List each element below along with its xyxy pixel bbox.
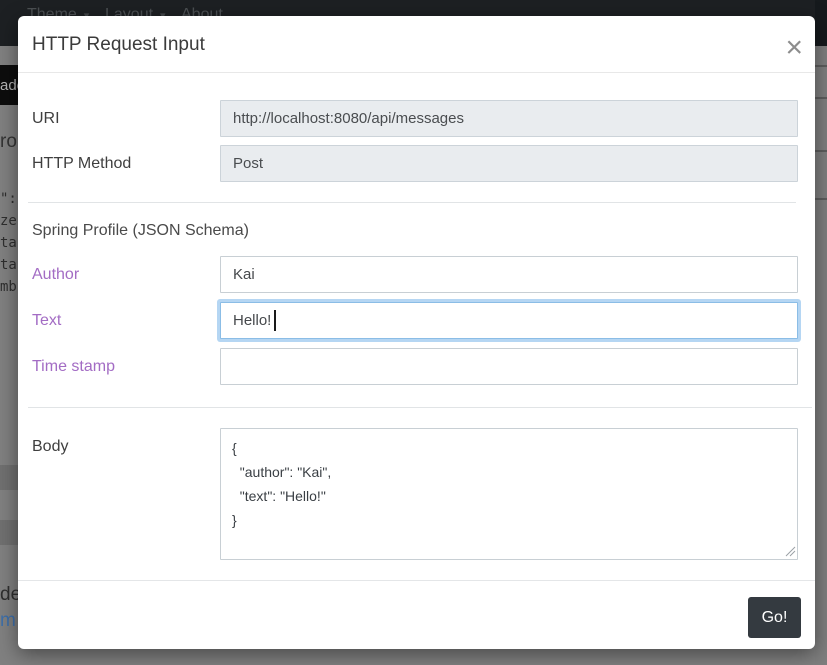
resize-handle-icon[interactable]	[785, 546, 796, 557]
close-icon[interactable]: ×	[785, 36, 803, 60]
code-line: ta	[0, 257, 17, 273]
table-row-divider	[815, 198, 827, 200]
body-label: Body	[32, 428, 212, 465]
text-cursor	[274, 310, 276, 331]
timestamp-label: Time stamp	[32, 348, 212, 385]
background-table-row	[0, 465, 18, 490]
code-line: ":	[0, 191, 17, 207]
http-method-label: HTTP Method	[32, 145, 212, 182]
background-code-fragment: ": ze ta ta mb	[0, 188, 18, 298]
dialog-header: HTTP Request Input ×	[18, 16, 815, 73]
text-label: Text	[32, 302, 212, 339]
table-row-divider	[815, 97, 827, 99]
table-row-divider	[815, 65, 827, 67]
http-method-row: HTTP Method	[18, 145, 815, 182]
author-row: Author	[18, 256, 815, 293]
table-row-divider	[815, 150, 827, 152]
background-table-row	[0, 520, 18, 545]
timestamp-input[interactable]	[220, 348, 798, 385]
uri-field	[220, 100, 798, 137]
background-header-fragment: ade	[0, 65, 18, 105]
body-textarea[interactable]: { "author": "Kai", "text": "Hello!" }	[220, 428, 798, 560]
timestamp-row: Time stamp	[18, 348, 815, 385]
footer-divider	[18, 580, 815, 581]
author-label: Author	[32, 256, 212, 293]
text-row: Text	[18, 302, 815, 339]
go-button[interactable]: Go!	[748, 597, 801, 638]
text-input[interactable]	[220, 302, 798, 339]
author-input[interactable]	[220, 256, 798, 293]
divider	[28, 202, 796, 203]
http-method-field	[220, 145, 798, 182]
uri-row: URI	[18, 100, 815, 137]
background-right-table	[815, 0, 827, 665]
header-fragment-text: ade	[0, 77, 18, 94]
background-link-fragment: m	[0, 610, 16, 632]
code-line: ze	[0, 213, 17, 229]
background-right-navbar	[815, 0, 827, 46]
code-line: ta	[0, 235, 17, 251]
dialog-title: HTTP Request Input	[32, 34, 205, 56]
http-request-input-dialog: HTTP Request Input × URI HTTP Method Spr…	[18, 16, 815, 649]
divider	[28, 407, 812, 408]
code-line: mb	[0, 279, 17, 295]
uri-label: URI	[32, 100, 212, 137]
background-text-fragment: ro	[0, 131, 17, 153]
schema-section-heading: Spring Profile (JSON Schema)	[32, 222, 249, 240]
body-field-wrapper: { "author": "Kai", "text": "Hello!" }	[220, 428, 798, 560]
